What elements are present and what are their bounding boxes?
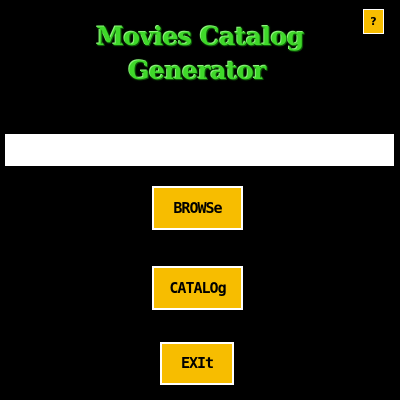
title-line-1: Movies Catalog (96, 22, 304, 51)
help-button[interactable]: ? (363, 9, 384, 34)
app-window: Movies Catalog Generator ? BROWSe CATALO… (0, 0, 400, 400)
exit-button[interactable]: EXIt (160, 342, 234, 385)
title-line-2: Generator (128, 56, 266, 85)
browse-button[interactable]: BROWSe (152, 186, 243, 230)
catalog-button[interactable]: CATALOg (152, 266, 243, 310)
app-title: Movies Catalog Generator (0, 20, 400, 88)
path-input[interactable] (5, 134, 394, 166)
